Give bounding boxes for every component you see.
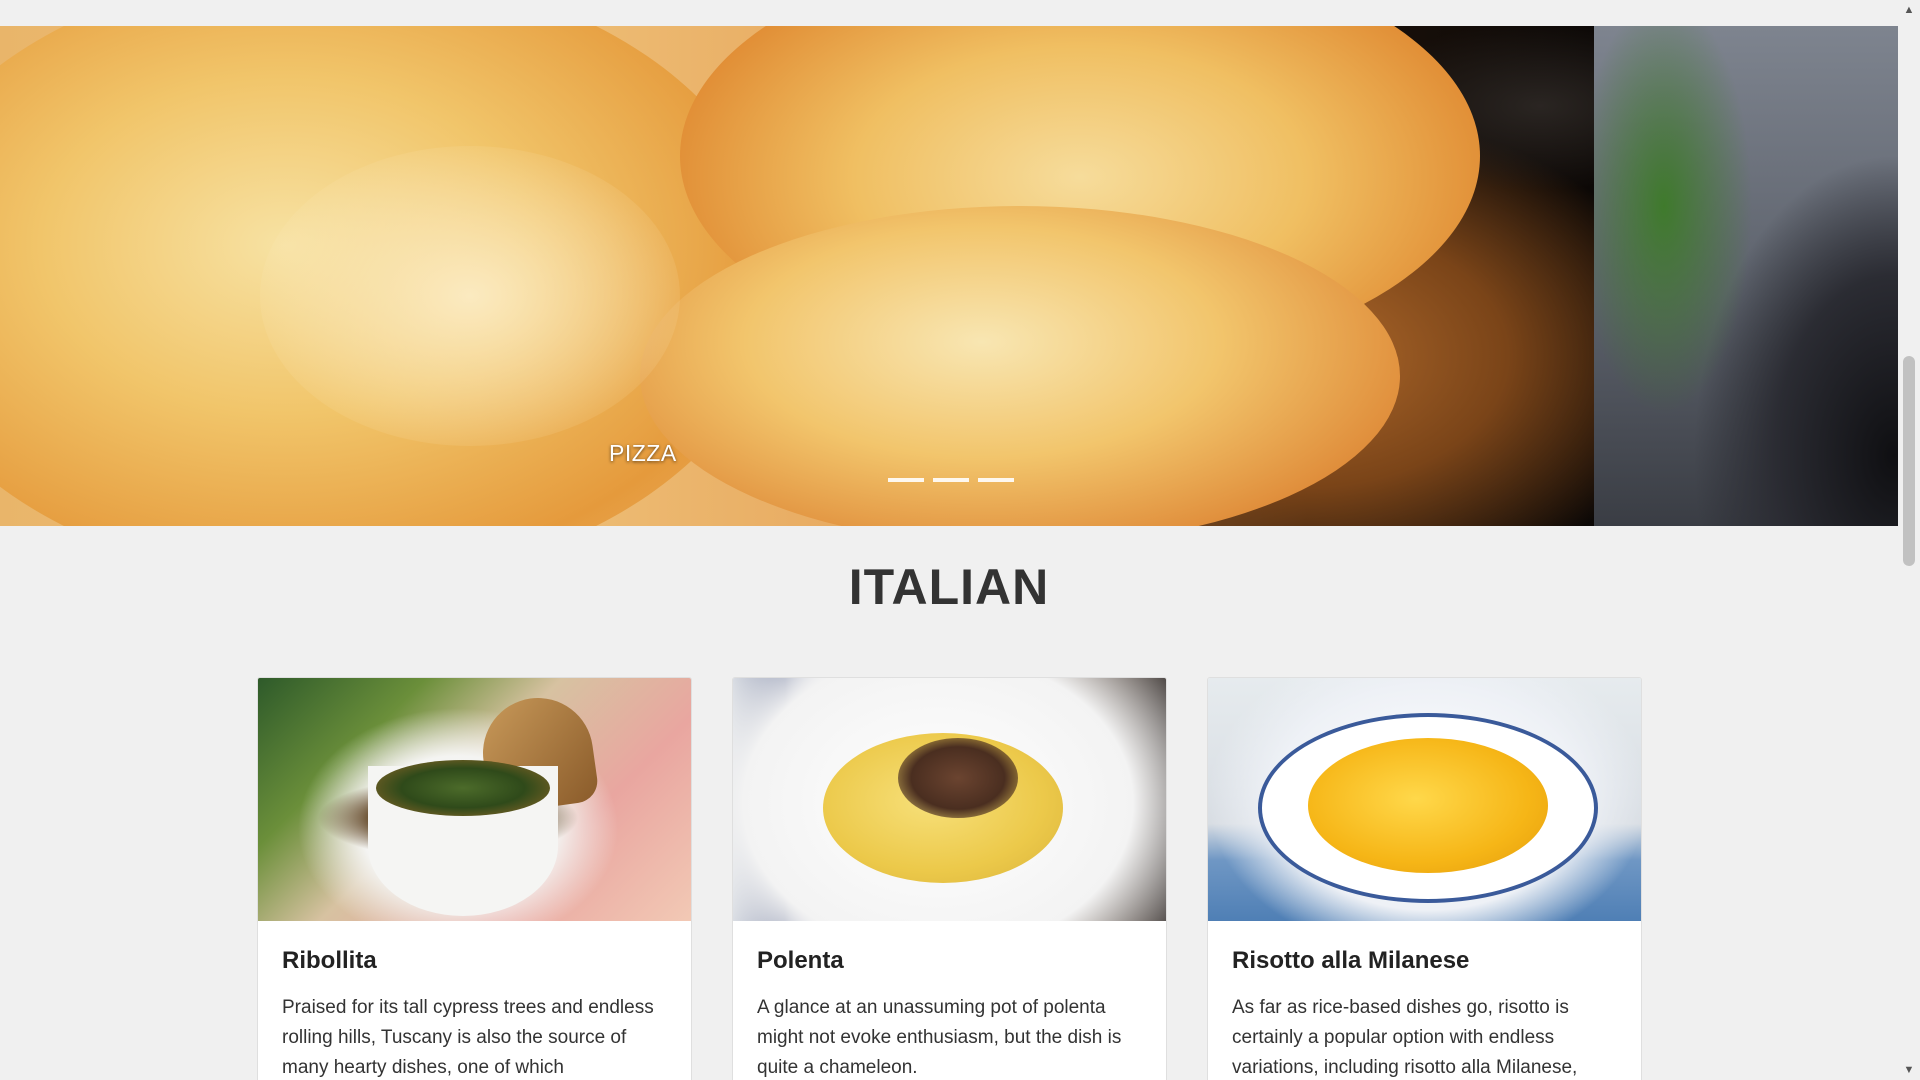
card-body: Ribollita Praised for its tall cypress t… <box>258 921 691 1080</box>
scroll-up-icon[interactable]: ▲ <box>1898 0 1920 20</box>
carousel-indicators <box>888 478 1014 482</box>
card-body: Polenta A glance at an unassuming pot of… <box>733 921 1166 1080</box>
risotto-shape <box>1308 738 1548 873</box>
card-text: As far as rice-based dishes go, risotto … <box>1232 997 1578 1078</box>
dish-card-polenta[interactable]: Polenta A glance at an unassuming pot of… <box>732 677 1167 1080</box>
risotto-image <box>1208 678 1641 921</box>
card-body: Risotto alla Milanese As far as rice-bas… <box>1208 921 1641 1080</box>
section-title: ITALIAN <box>848 559 1050 615</box>
carousel-indicator[interactable] <box>888 478 924 482</box>
carousel-caption: PIZZA <box>609 440 677 466</box>
carousel-slide-next-preview <box>1594 26 1898 526</box>
dish-card-ribollita[interactable]: Ribollita Praised for its tall cypress t… <box>257 677 692 1080</box>
card-title: Ribollita <box>282 947 377 974</box>
ribollita-image <box>258 678 691 921</box>
card-title: Polenta <box>757 947 844 974</box>
carousel-slide-pizza <box>0 26 1594 526</box>
pizza-image-part <box>640 206 1400 526</box>
carousel-indicator[interactable] <box>978 478 1014 482</box>
card-text: A glance at an unassuming pot of polenta… <box>757 997 1122 1078</box>
scroll-thumb[interactable] <box>1903 356 1915 566</box>
card-text: Praised for its tall cypress trees and e… <box>282 997 654 1078</box>
mushroom-topping-shape <box>898 738 1018 818</box>
polenta-image <box>733 678 1166 921</box>
carousel-indicator[interactable] <box>933 478 969 482</box>
card-title: Risotto alla Milanese <box>1232 947 1470 974</box>
dish-card-risotto[interactable]: Risotto alla Milanese As far as rice-bas… <box>1207 677 1642 1080</box>
hero-carousel[interactable]: PIZZA <box>0 26 1898 526</box>
vertical-scrollbar[interactable]: ▲ ▼ <box>1898 0 1920 1080</box>
pizza-image-part <box>260 146 680 446</box>
scroll-down-icon[interactable]: ▼ <box>1898 1060 1920 1080</box>
dish-cards: Ribollita Praised for its tall cypress t… <box>257 677 1642 1080</box>
soup-shape <box>376 760 550 816</box>
